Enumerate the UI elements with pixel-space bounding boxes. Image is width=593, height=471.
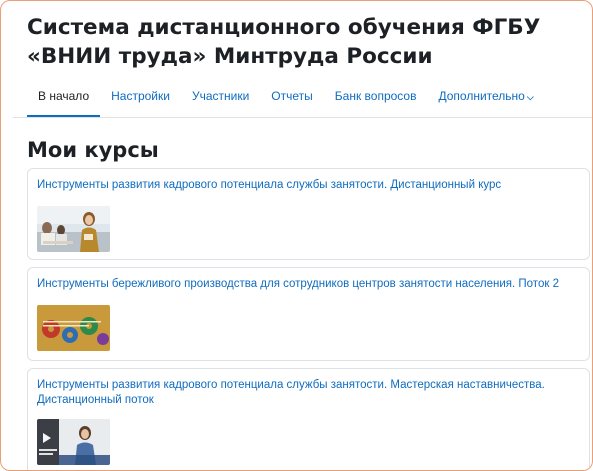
primary-navigation: В начало Настройки Участники Отчеты Банк…: [27, 81, 582, 118]
course-thumbnail[interactable]: [37, 419, 110, 465]
course-thumbnail[interactable]: [37, 206, 110, 252]
nav-item-label: Настройки: [111, 89, 170, 103]
nav-item-label: Дополнительно: [438, 89, 525, 103]
site-title: Система дистанционного обучения ФГБУ «ВН…: [27, 15, 541, 69]
nav-item-label: Отчеты: [271, 89, 313, 103]
nav-item-settings[interactable]: Настройки: [100, 81, 181, 118]
nav-item-label: Банк вопросов: [334, 89, 417, 103]
nav-item-participants[interactable]: Участники: [181, 81, 260, 118]
course-thumbnail[interactable]: [37, 305, 110, 351]
course-title-link[interactable]: Инструменты развития кадрового потенциал…: [37, 178, 572, 193]
nav-item-more[interactable]: Дополнительно ⌵: [427, 81, 544, 118]
course-card: Инструменты бережливого производства для…: [27, 267, 590, 361]
course-title-link[interactable]: Инструменты развития кадрового потенциал…: [37, 378, 572, 408]
nav-item-question-bank[interactable]: Банк вопросов: [324, 81, 428, 118]
course-card: Инструменты развития кадрового потенциал…: [27, 368, 590, 470]
nav-item-home[interactable]: В начало: [27, 81, 101, 118]
chevron-down-icon: ⌵: [526, 92, 534, 102]
course-card: Инструменты развития кадрового потенциал…: [27, 168, 590, 260]
nav-divider: [13, 117, 592, 118]
page-frame: Система дистанционного обучения ФГБУ «ВН…: [0, 0, 593, 471]
page-heading: Мои курсы: [27, 138, 159, 162]
course-title-link[interactable]: Инструменты бережливого производства для…: [37, 277, 572, 292]
nav-item-label: Участники: [191, 89, 250, 103]
nav-item-label: В начало: [38, 89, 90, 103]
nav-item-reports[interactable]: Отчеты: [260, 81, 323, 118]
